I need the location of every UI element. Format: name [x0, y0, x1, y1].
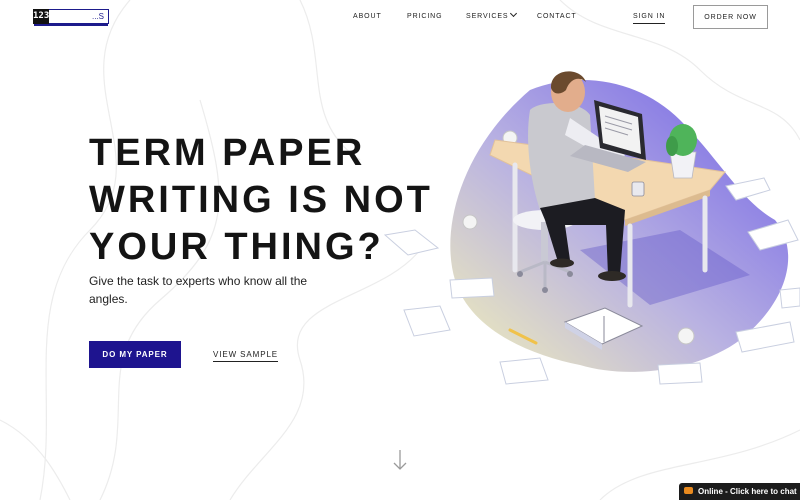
nav-about[interactable]: ABOUT — [353, 13, 382, 20]
nav-pricing[interactable]: PRICING — [407, 13, 442, 20]
chat-bubble-icon — [684, 487, 693, 494]
hero-title: TERM PAPER WRITING IS NOT YOUR THING? — [89, 130, 449, 271]
logo-underline — [34, 24, 108, 26]
do-my-paper-button[interactable]: DO MY PAPER — [89, 341, 181, 368]
logo[interactable]: 123 ...S — [33, 9, 109, 26]
arrow-down-icon[interactable] — [392, 449, 408, 471]
sign-in-link[interactable]: SIGN IN — [633, 13, 666, 24]
chat-widget-label: Online - Click here to chat — [698, 487, 797, 496]
nav-services-label: SERVICES — [466, 13, 509, 20]
nav-services[interactable]: SERVICES — [466, 9, 518, 20]
hero-subtitle: Give the task to experts who know all th… — [89, 274, 308, 306]
hero-title-line: WRITING IS NOT — [89, 179, 433, 221]
hero-title-line: TERM PAPER — [89, 132, 366, 174]
view-sample-link[interactable]: VIEW SAMPLE — [213, 350, 279, 362]
logo-number: 123 — [33, 9, 49, 24]
hero-title-line: YOUR THING? — [89, 226, 384, 268]
logo-text: ...S — [91, 12, 104, 21]
order-now-button[interactable]: ORDER NOW — [693, 5, 768, 29]
chat-widget[interactable]: Online - Click here to chat — [679, 483, 800, 500]
nav-contact[interactable]: CONTACT — [537, 13, 577, 20]
